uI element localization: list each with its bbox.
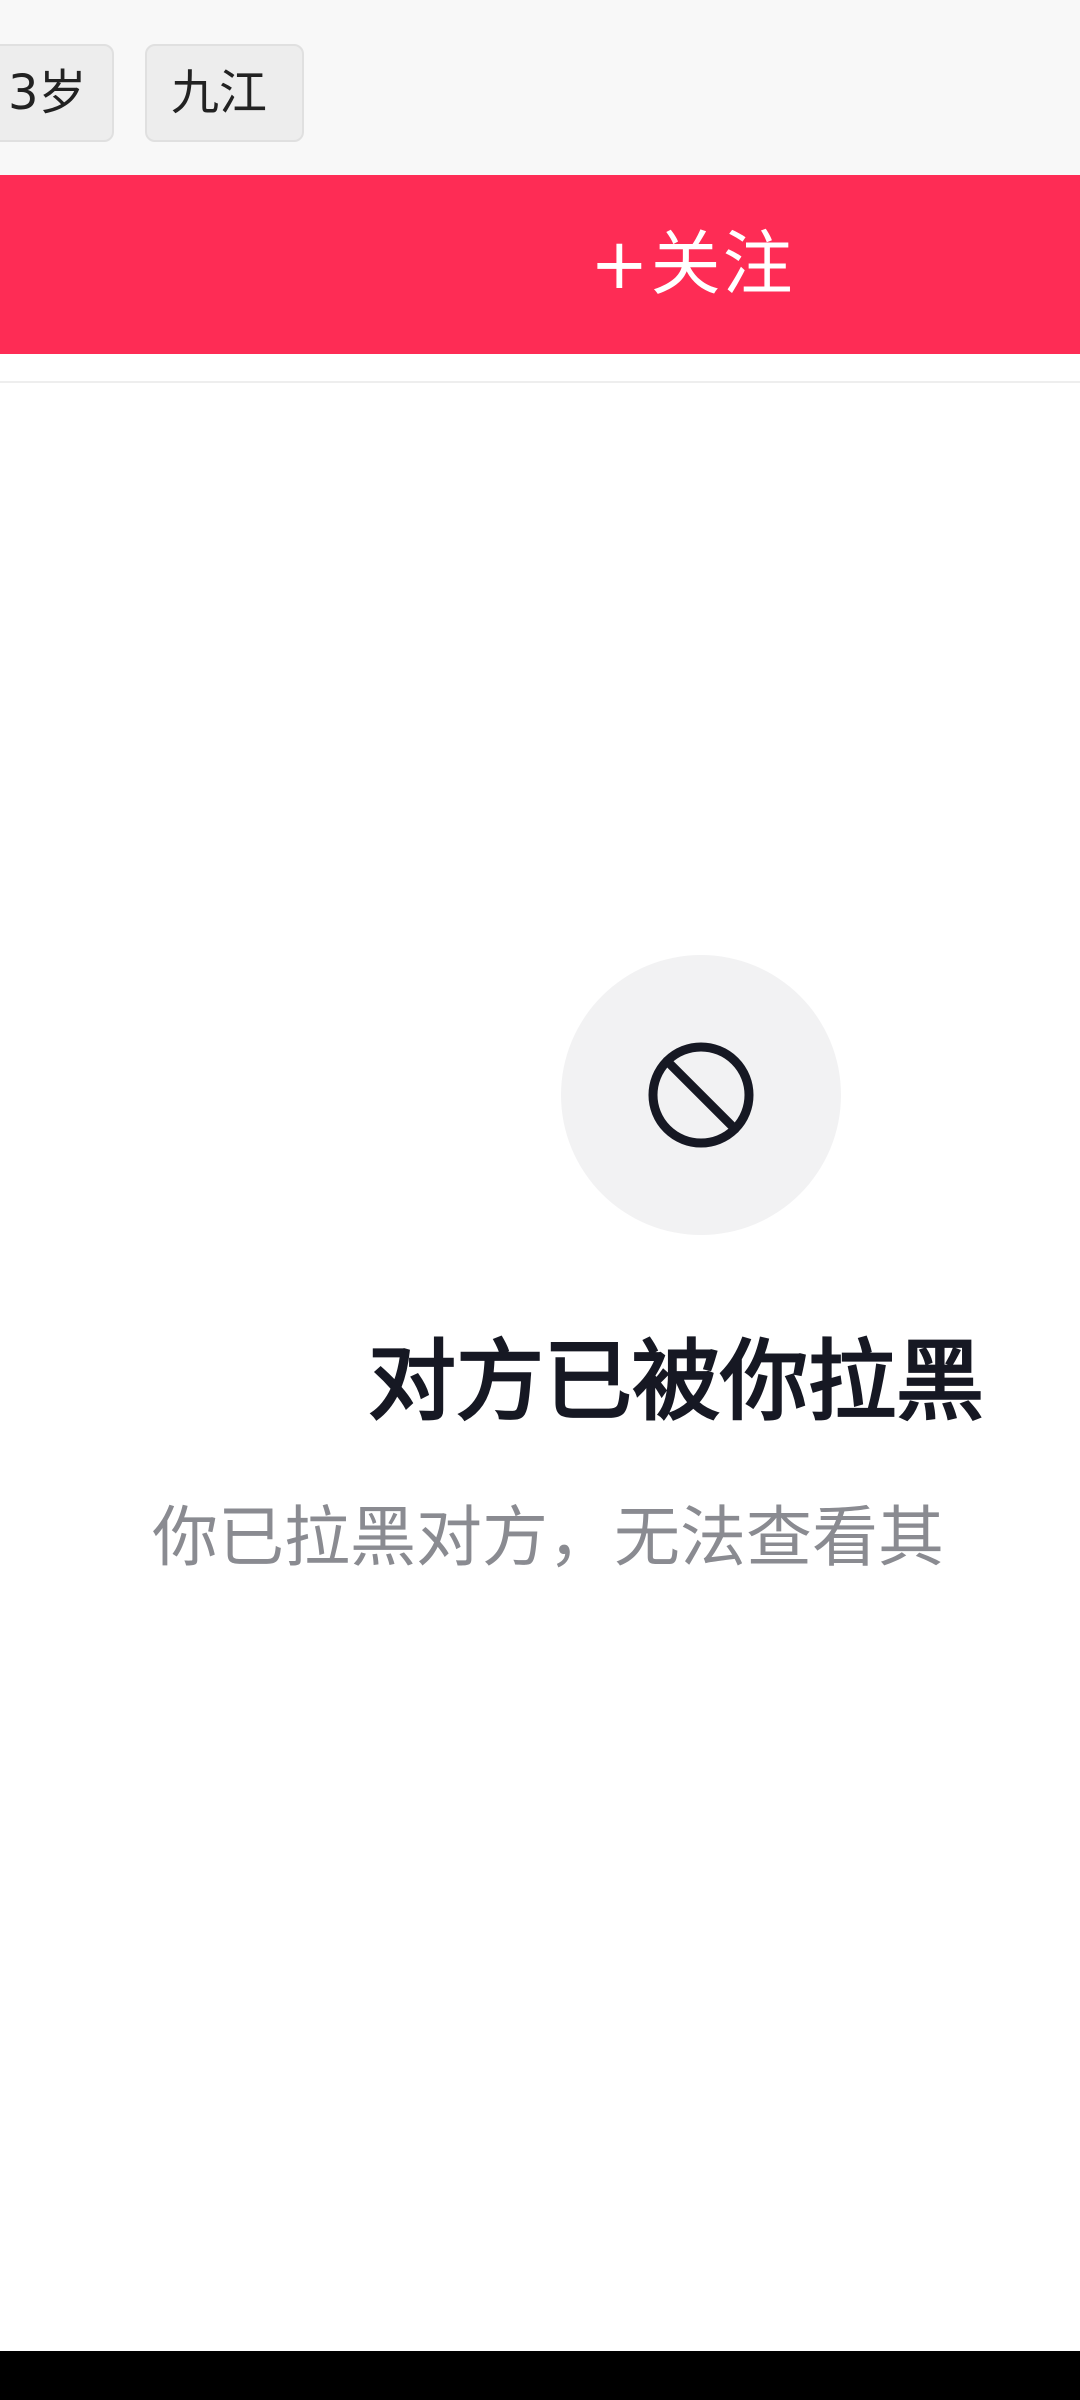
- divider: [0, 381, 1080, 383]
- profile-tags-area: 3岁 九江: [0, 0, 1080, 175]
- block-icon-badge: [561, 955, 841, 1235]
- block-icon: [648, 1042, 754, 1148]
- follow-button-label: +关注: [590, 223, 795, 305]
- system-navigation-bar: [0, 2351, 1080, 2400]
- blocked-description: 你已拉黑对方，无法查看其: [152, 1499, 944, 1576]
- profile-page: 3岁 九江 +关注 对方已被你拉黑 你已拉黑对方，无法查看其: [0, 0, 1080, 2400]
- city-tag: 九江: [145, 44, 304, 142]
- age-tag: 3岁: [0, 44, 114, 142]
- follow-button[interactable]: +关注: [0, 175, 1080, 354]
- blocked-title: 对方已被你拉黑: [368, 1330, 985, 1433]
